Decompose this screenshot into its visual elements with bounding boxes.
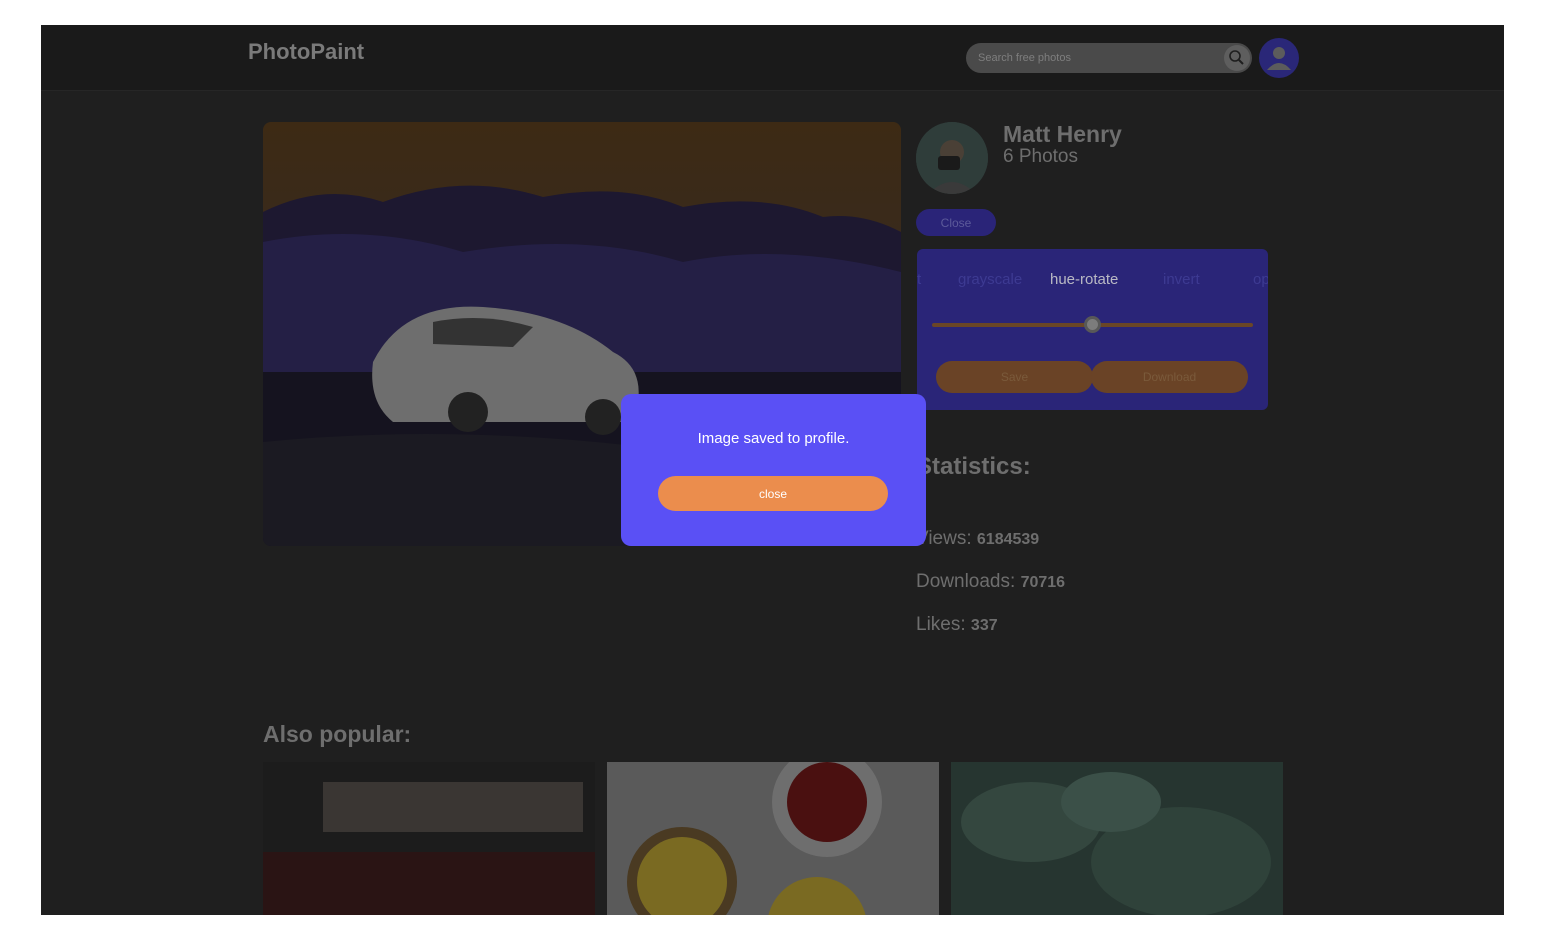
modal-message: Image saved to profile. [697,430,850,447]
downloads-value: 70716 [1020,574,1066,591]
downloads-label: Downloads: [916,571,1016,592]
profile-button[interactable] [1259,38,1299,78]
author-avatar[interactable] [916,122,988,194]
top-navbar: PhotoPaint [41,25,1504,91]
popular-photo-1[interactable] [263,762,595,915]
save-confirmation-modal: Image saved to profile. close [621,394,926,546]
user-icon [1267,47,1291,70]
app-logo[interactable]: PhotoPaint [248,39,364,65]
filter-tab-partial[interactable]: t [917,271,921,288]
filter-tab-invert[interactable]: invert [1163,271,1200,288]
views-value: 6184539 [976,531,1040,548]
statistics-title: Statistics: [916,453,1031,480]
author-photo [916,122,988,194]
search-bar [966,43,1252,73]
search-input[interactable] [966,43,1216,73]
downloads-stat: Downloads: 70716 [916,571,1065,593]
app-window: PhotoPaint Search free photos Matt Henry… [41,25,1504,915]
views-stat: Views: 6184539 [916,528,1039,550]
modal-close-button[interactable]: close [658,476,888,511]
likes-stat: Likes: 337 [916,614,998,636]
download-button[interactable]: Download [1091,361,1248,393]
likes-label: Likes: [916,614,966,635]
popular-photo-2[interactable] [607,762,939,915]
author-photo-count: 6 Photos [1003,146,1078,167]
search-button[interactable] [1224,45,1250,71]
author-name[interactable]: Matt Henry [1003,121,1122,148]
filter-slider-thumb[interactable] [1084,316,1101,333]
popular-image-3 [951,762,1283,915]
popular-photo-3[interactable] [951,762,1283,915]
close-editor-button[interactable]: Close [916,209,996,236]
filter-editor-panel: t grayscale hue-rotate invert op Save Do… [917,249,1268,410]
save-button[interactable]: Save [936,361,1093,393]
filter-tab-hue-rotate[interactable]: hue-rotate [1050,271,1118,288]
filter-tab-opacity[interactable]: op [1253,271,1268,288]
popular-image-1 [263,762,595,915]
likes-value: 337 [970,617,998,634]
also-popular-title: Also popular: [263,721,412,747]
filter-tab-grayscale[interactable]: grayscale [958,271,1022,288]
popular-image-2 [607,762,939,915]
search-icon [1229,50,1244,65]
